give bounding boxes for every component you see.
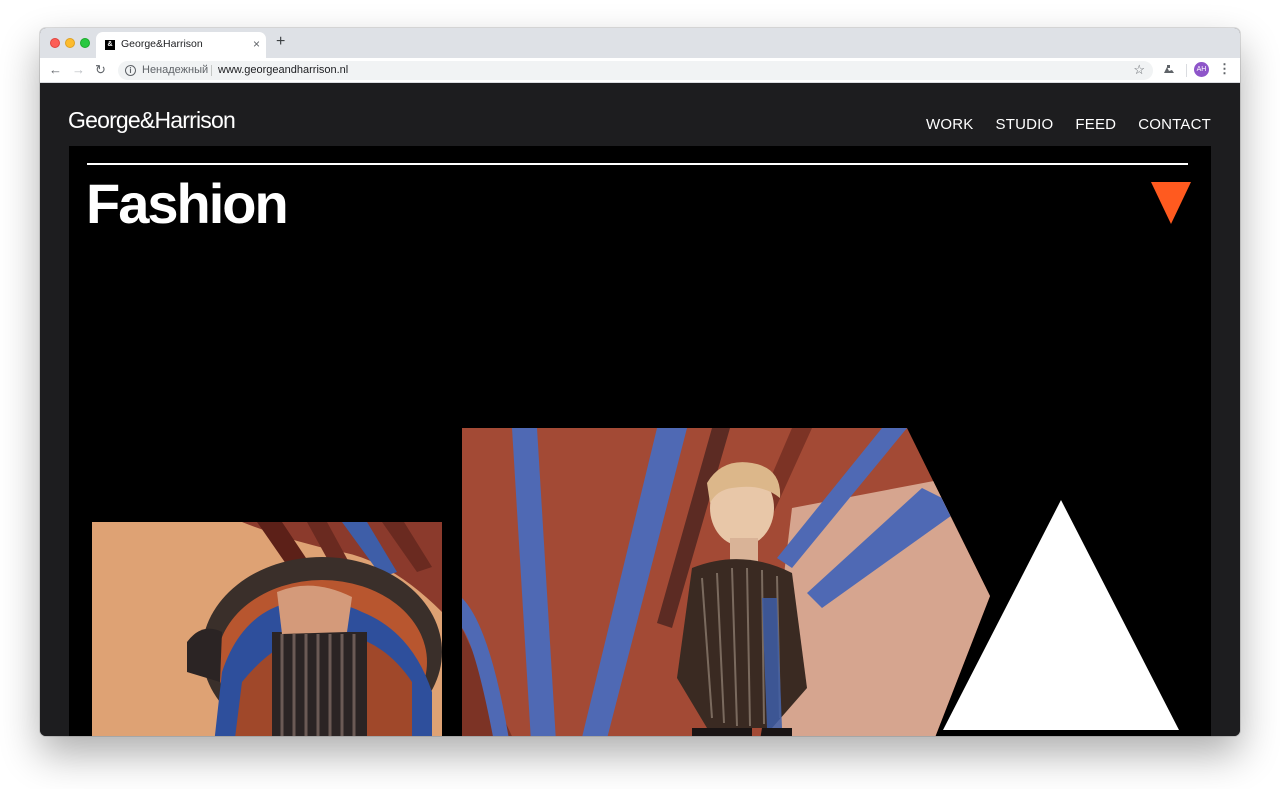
main-nav: WORK STUDIO FEED CONTACT bbox=[926, 116, 1211, 133]
tab-close-icon[interactable]: × bbox=[253, 37, 260, 51]
forward-icon[interactable]: → bbox=[72, 62, 85, 78]
browser-menu-icon[interactable]: ⋮ bbox=[1218, 61, 1231, 77]
new-tab-button[interactable]: + bbox=[276, 33, 285, 51]
tab-strip: & George&Harrison × + bbox=[40, 28, 1240, 58]
favicon-icon: & bbox=[105, 40, 115, 50]
url-text[interactable]: www.georgeandharrison.nl bbox=[218, 64, 348, 76]
security-label: Ненадежный bbox=[142, 64, 209, 76]
fashion-photo-left[interactable] bbox=[92, 522, 442, 736]
toolbar-divider bbox=[1186, 64, 1187, 77]
nav-contact[interactable]: CONTACT bbox=[1138, 116, 1211, 133]
browser-tab[interactable]: & George&Harrison × bbox=[96, 32, 266, 58]
address-bar[interactable]: i Ненадежный www.georgeandharrison.nl ☆ bbox=[118, 61, 1153, 80]
profile-avatar[interactable]: AH bbox=[1194, 62, 1209, 77]
nav-work[interactable]: WORK bbox=[926, 116, 973, 133]
minimize-window-button[interactable] bbox=[65, 38, 75, 48]
tab-title: George&Harrison bbox=[121, 38, 203, 50]
orange-triangle-icon[interactable] bbox=[1151, 182, 1191, 224]
back-icon[interactable]: ← bbox=[49, 62, 62, 78]
address-divider bbox=[211, 65, 212, 76]
extension-icon[interactable] bbox=[1162, 63, 1176, 77]
site-logo[interactable]: George&Harrison bbox=[68, 107, 236, 134]
fashion-photo-center[interactable] bbox=[462, 428, 1002, 736]
browser-window: & George&Harrison × + ← → ↻ i Ненадежный… bbox=[40, 28, 1240, 736]
nav-studio[interactable]: STUDIO bbox=[996, 116, 1054, 133]
info-icon[interactable]: i bbox=[125, 65, 136, 76]
maximize-window-button[interactable] bbox=[80, 38, 90, 48]
close-window-button[interactable] bbox=[50, 38, 60, 48]
nav-feed[interactable]: FEED bbox=[1075, 116, 1116, 133]
hero-title: Fashion bbox=[86, 172, 289, 235]
browser-toolbar: ← → ↻ i Ненадежный www.georgeandharrison… bbox=[40, 58, 1240, 83]
reload-icon[interactable]: ↻ bbox=[95, 62, 106, 78]
bookmark-star-icon[interactable]: ☆ bbox=[1133, 62, 1145, 78]
hero-section: Fashion bbox=[69, 146, 1211, 736]
white-triangle-shape bbox=[943, 500, 1179, 730]
web-page: George&Harrison WORK STUDIO FEED CONTACT… bbox=[40, 84, 1240, 736]
hero-divider bbox=[87, 163, 1188, 165]
